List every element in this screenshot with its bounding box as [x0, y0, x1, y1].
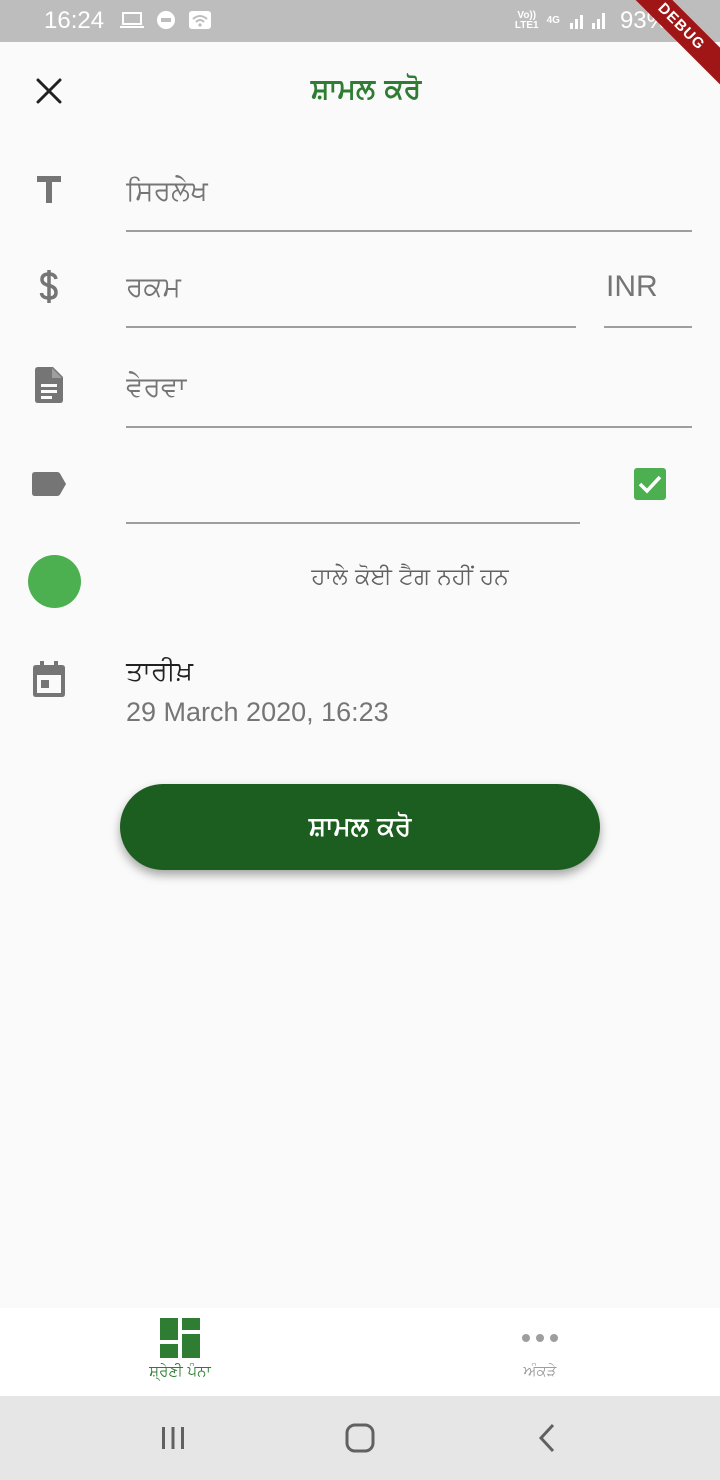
system-navigation-bar: [0, 1396, 720, 1480]
signal-icon: [569, 13, 605, 29]
description-input[interactable]: [126, 366, 692, 403]
date-value[interactable]: 29 March 2020, 16:23: [126, 697, 389, 728]
nav-label-category-page: ਸ਼੍ਰੇਣੀ ਪੰਨਾ: [149, 1362, 211, 1380]
dashboard-icon: [160, 1318, 200, 1358]
no-tags-message: ਹਾਲੇ ਕੋਈ ਟੈਗ ਨਹੀਂ ਹਨ: [311, 564, 509, 590]
nav-item-category-page[interactable]: ਸ਼੍ਰੇਣੀ ਪੰਨਾ: [0, 1308, 360, 1396]
nav-label-statistics: ਅੰਕੜੇ: [523, 1362, 557, 1380]
bottom-navigation: ਸ਼੍ਰੇਣੀ ਪੰਨਾ ਅੰਕੜੇ: [0, 1308, 720, 1396]
nav-item-statistics[interactable]: ਅੰਕੜੇ: [360, 1308, 720, 1396]
tag-input[interactable]: [126, 462, 580, 499]
tag-checkbox[interactable]: [634, 468, 666, 500]
back-icon: [538, 1423, 555, 1453]
status-time: 16:24: [44, 7, 105, 34]
add-button[interactable]: ਸ਼ਾਮਲ ਕਰੋ: [120, 784, 600, 870]
color-picker-circle[interactable]: [28, 555, 81, 608]
calendar-icon: [30, 660, 68, 698]
status-system-icons: Vo)) LTE1 4G 93%: [515, 7, 668, 35]
dollar-icon: [30, 268, 68, 306]
home-icon: [345, 1423, 375, 1453]
date-label: ਤਾਰੀਖ਼: [126, 656, 194, 687]
wifi-icon: [189, 11, 211, 29]
tag-field[interactable]: [126, 462, 580, 524]
amount-field[interactable]: [126, 266, 576, 328]
page-title: ਸ਼ਾਮਲ ਕਰੋ: [310, 72, 422, 105]
label-icon: [30, 465, 68, 503]
more-horiz-icon: [522, 1334, 558, 1342]
status-notification-icons: [120, 10, 212, 30]
recent-apps-icon: [162, 1427, 184, 1449]
status-bar: 16:24 Vo)) LTE1 4G 93% DEBUG: [0, 0, 720, 90]
network-label: Vo)) LTE1: [514, 10, 539, 31]
amount-input[interactable]: [126, 266, 576, 303]
check-icon: [638, 475, 662, 494]
dex-icon: [157, 11, 175, 29]
network-type: 4G: [546, 15, 560, 26]
recent-apps-button[interactable]: [153, 1420, 193, 1456]
title-icon: [30, 170, 68, 208]
description-icon: [30, 366, 68, 404]
laptop-icon: [120, 12, 144, 28]
description-field[interactable]: [126, 366, 692, 428]
back-button[interactable]: [527, 1420, 567, 1456]
currency-selector[interactable]: INR: [604, 266, 692, 328]
title-input[interactable]: [126, 170, 692, 207]
title-field[interactable]: [126, 170, 692, 232]
home-button[interactable]: [340, 1420, 380, 1456]
